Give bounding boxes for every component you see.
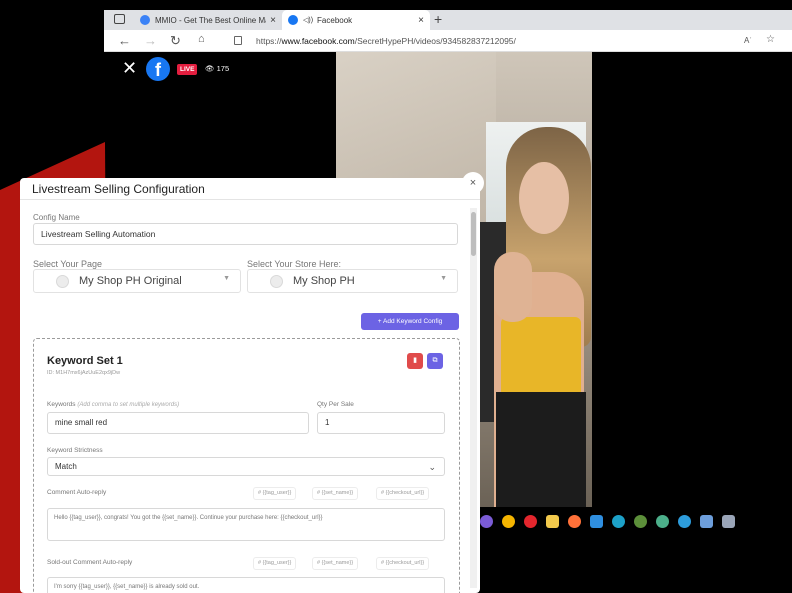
keyword-strictness-value: Match: [55, 462, 77, 471]
chevron-down-icon: ⌄: [428, 462, 436, 472]
close-video-icon[interactable]: ✕: [122, 58, 137, 79]
qty-per-sale-label: Qty Per Sale: [317, 401, 354, 408]
read-aloud-icon[interactable]: Aʾ: [744, 36, 752, 45]
qty-per-sale-input[interactable]: 1: [317, 412, 445, 434]
keyword-set-title: Keyword Set 1: [47, 355, 123, 367]
app-icon-4[interactable]: [700, 514, 713, 528]
checkout-url-chip[interactable]: # {{checkout_url}}: [376, 487, 430, 500]
keywords-hint: (Add comma to set multiple keywords): [77, 402, 180, 408]
soldout-auto-reply-textarea[interactable]: I'm sorry {{tag_user}}, {{set_name}} is …: [47, 577, 445, 593]
files-icon[interactable]: [546, 514, 559, 528]
comment-auto-reply-label: Comment Auto-reply: [47, 489, 107, 496]
store-avatar: [270, 275, 283, 288]
app-icon-3[interactable]: [678, 514, 691, 528]
url-scheme: https://: [256, 36, 282, 46]
video-presenter-face: [519, 162, 569, 234]
forward-icon[interactable]: →: [144, 33, 157, 48]
browser-tab-bar: MMIO - Get The Best Online Ma × ◁)) Face…: [104, 10, 792, 30]
modal-scrollbar[interactable]: [470, 208, 477, 588]
close-tab-icon[interactable]: ×: [418, 15, 424, 26]
facebook-logo[interactable]: f: [146, 57, 170, 81]
page-select-value: My Shop PH Original: [79, 275, 182, 287]
chrome-icon[interactable]: [502, 514, 515, 528]
opera-icon[interactable]: [524, 514, 537, 528]
screen: MMIO - Get The Best Online Ma × ◁)) Face…: [0, 0, 792, 593]
tab-mmio[interactable]: MMIO - Get The Best Online Ma ×: [134, 10, 282, 30]
url-field[interactable]: https://www.facebook.com/SecretHypePH/vi…: [256, 36, 516, 46]
home-icon[interactable]: ⌂: [198, 33, 205, 45]
config-name-input[interactable]: Livestream Selling Automation: [33, 223, 458, 245]
edge-icon[interactable]: [612, 514, 625, 528]
soldout-auto-reply-label: Sold-out Comment Auto-reply: [47, 559, 133, 566]
livestream-config-modal: Livestream Selling Configuration Config …: [20, 178, 480, 593]
store-select-value: My Shop PH: [293, 275, 355, 287]
keywords-label: Keywords (Add comma to set multiple keyw…: [47, 401, 179, 408]
copy-icon[interactable]: ⧉: [427, 353, 443, 369]
mmio-favicon-icon: [140, 15, 150, 25]
keyword-set-id: ID: M1H7mx6jAzUuE2qx9jDw: [47, 370, 121, 376]
keyword-strictness-select[interactable]: Match ⌄: [47, 457, 445, 476]
tab-title: MMIO - Get The Best Online Ma: [155, 15, 267, 25]
config-name-label: Config Name: [33, 213, 80, 222]
tab-title: Facebook: [317, 15, 353, 25]
app-icon-5[interactable]: [722, 514, 735, 528]
comment-auto-reply-textarea[interactable]: Hello {{tag_user}}, congrats! You got th…: [47, 508, 445, 541]
video-presenter-skirt: [496, 392, 586, 507]
audio-playing-icon[interactable]: ◁)): [303, 16, 313, 24]
refresh-icon[interactable]: ↻: [170, 33, 181, 49]
url-path: /SecretHypePH/videos/934582837212095/: [354, 36, 516, 46]
vscode-icon[interactable]: [590, 514, 603, 528]
close-tab-icon[interactable]: ×: [270, 15, 276, 26]
facebook-favicon-icon: [288, 15, 298, 25]
page-select[interactable]: My Shop PH Original ▼: [33, 269, 241, 293]
app-icon-1[interactable]: [634, 514, 647, 528]
tag-user-chip[interactable]: # {{tag_user}}: [253, 557, 297, 570]
viewer-count-value: 175: [216, 64, 230, 73]
set-name-chip[interactable]: # {{set_name}}: [312, 487, 359, 500]
keywords-label-text: Keywords: [47, 401, 76, 408]
url-host: www.facebook.com: [281, 36, 355, 46]
set-name-chip[interactable]: # {{set_name}}: [312, 557, 359, 570]
tag-user-chip[interactable]: # {{tag_user}}: [253, 487, 297, 500]
firefox-icon[interactable]: [568, 514, 581, 528]
add-keyword-config-button[interactable]: + Add Keyword Config: [361, 313, 459, 330]
app-icon-2[interactable]: [656, 514, 669, 528]
scrollbar-thumb[interactable]: [471, 212, 476, 256]
chevron-down-icon: ▼: [440, 275, 447, 282]
modal-close-button[interactable]: ×: [462, 172, 484, 194]
tab-actions-icon[interactable]: [114, 14, 125, 24]
tab-facebook[interactable]: ◁)) Facebook ×: [282, 10, 430, 30]
chevron-down-icon: ▼: [223, 275, 230, 282]
video-presenter-hand: [494, 252, 532, 322]
address-bar: ← → ↻ ⌂ https://www.facebook.com/SecretH…: [104, 30, 792, 52]
checkout-url-chip[interactable]: # {{checkout_url}}: [376, 557, 430, 570]
page-select-label: Select Your Page: [33, 259, 103, 269]
viewer-count: 👁 175: [205, 64, 230, 73]
page-avatar: [56, 275, 69, 288]
skype-icon[interactable]: [480, 514, 493, 528]
keywords-input[interactable]: mine small red: [47, 412, 309, 434]
modal-title: Livestream Selling Configuration: [20, 178, 480, 200]
back-icon[interactable]: ←: [118, 33, 131, 48]
video-presenter-top: [501, 317, 581, 397]
live-badge: LIVE: [177, 64, 198, 75]
store-select[interactable]: My Shop PH ▼: [247, 269, 458, 293]
lock-icon: [234, 36, 242, 45]
new-tab-button[interactable]: +: [434, 11, 442, 27]
store-select-label: Select Your Store Here:: [247, 259, 342, 269]
favorites-icon[interactable]: ☆: [766, 34, 775, 45]
taskbar: [480, 510, 735, 532]
delete-icon[interactable]: ▮: [407, 353, 423, 369]
keyword-set-card: Keyword Set 1 ID: M1H7mx6jAzUuE2qx9jDw ▮…: [33, 338, 460, 593]
keyword-strictness-label: Keyword Strictness: [47, 447, 103, 454]
